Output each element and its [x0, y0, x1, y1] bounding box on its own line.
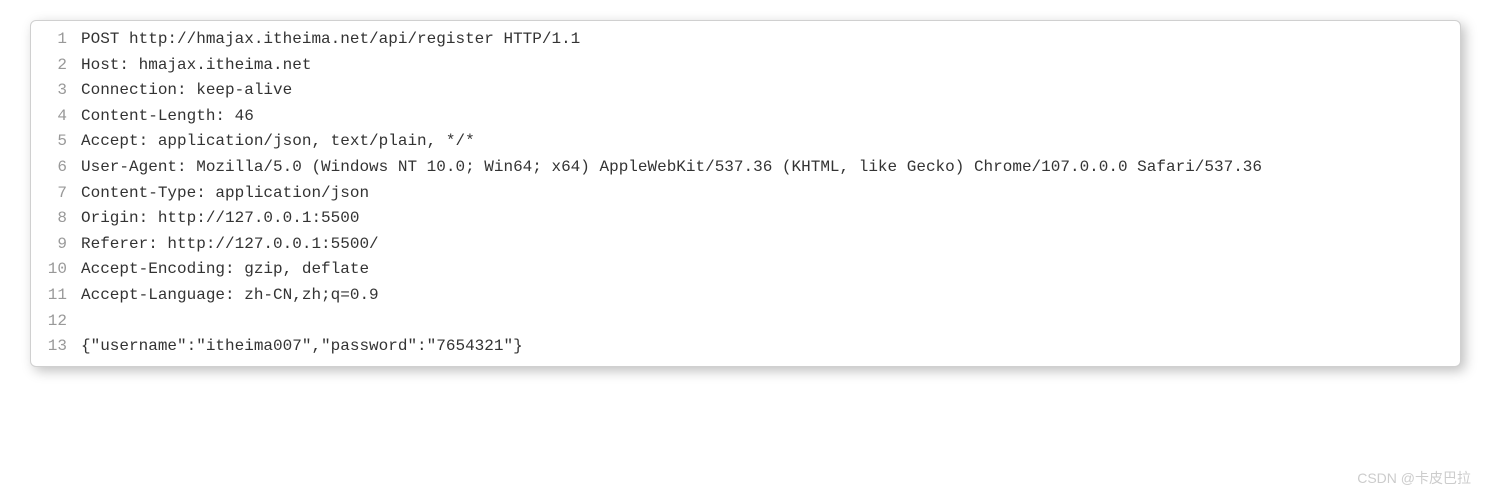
code-line: 1POST http://hmajax.itheima.net/api/regi… — [31, 27, 1460, 53]
watermark: CSDN @卡皮巴拉 — [1357, 468, 1471, 488]
line-content: Host: hmajax.itheima.net — [81, 53, 1460, 79]
code-line: 11Accept-Language: zh-CN,zh;q=0.9 — [31, 283, 1460, 309]
line-number: 12 — [31, 309, 81, 335]
line-number: 1 — [31, 27, 81, 53]
line-number: 8 — [31, 206, 81, 232]
line-number: 5 — [31, 129, 81, 155]
code-line: 10Accept-Encoding: gzip, deflate — [31, 257, 1460, 283]
line-content: User-Agent: Mozilla/5.0 (Windows NT 10.0… — [81, 155, 1460, 181]
line-content: Referer: http://127.0.0.1:5500/ — [81, 232, 1460, 258]
code-line: 13{"username":"itheima007","password":"7… — [31, 334, 1460, 360]
line-number: 3 — [31, 78, 81, 104]
code-line: 2Host: hmajax.itheima.net — [31, 53, 1460, 79]
line-content: {"username":"itheima007","password":"765… — [81, 334, 1460, 360]
code-line: 7Content-Type: application/json — [31, 181, 1460, 207]
line-content: Content-Length: 46 — [81, 104, 1460, 130]
line-content: Connection: keep-alive — [81, 78, 1460, 104]
line-number: 6 — [31, 155, 81, 181]
line-number: 7 — [31, 181, 81, 207]
line-number: 9 — [31, 232, 81, 258]
code-line: 9Referer: http://127.0.0.1:5500/ — [31, 232, 1460, 258]
code-line: 5Accept: application/json, text/plain, *… — [31, 129, 1460, 155]
code-line: 4Content-Length: 46 — [31, 104, 1460, 130]
code-panel: 1POST http://hmajax.itheima.net/api/regi… — [30, 20, 1461, 367]
line-number: 2 — [31, 53, 81, 79]
line-content: Content-Type: application/json — [81, 181, 1460, 207]
code-lines-container: 1POST http://hmajax.itheima.net/api/regi… — [31, 27, 1460, 360]
line-content: Accept: application/json, text/plain, */… — [81, 129, 1460, 155]
line-number: 4 — [31, 104, 81, 130]
line-content: Accept-Language: zh-CN,zh;q=0.9 — [81, 283, 1460, 309]
line-number: 11 — [31, 283, 81, 309]
code-line: 8Origin: http://127.0.0.1:5500 — [31, 206, 1460, 232]
code-line: 12 — [31, 309, 1460, 335]
code-line: 6User-Agent: Mozilla/5.0 (Windows NT 10.… — [31, 155, 1460, 181]
line-number: 10 — [31, 257, 81, 283]
code-line: 3Connection: keep-alive — [31, 78, 1460, 104]
line-content: POST http://hmajax.itheima.net/api/regis… — [81, 27, 1460, 53]
line-content: Origin: http://127.0.0.1:5500 — [81, 206, 1460, 232]
line-content: Accept-Encoding: gzip, deflate — [81, 257, 1460, 283]
line-number: 13 — [31, 334, 81, 360]
